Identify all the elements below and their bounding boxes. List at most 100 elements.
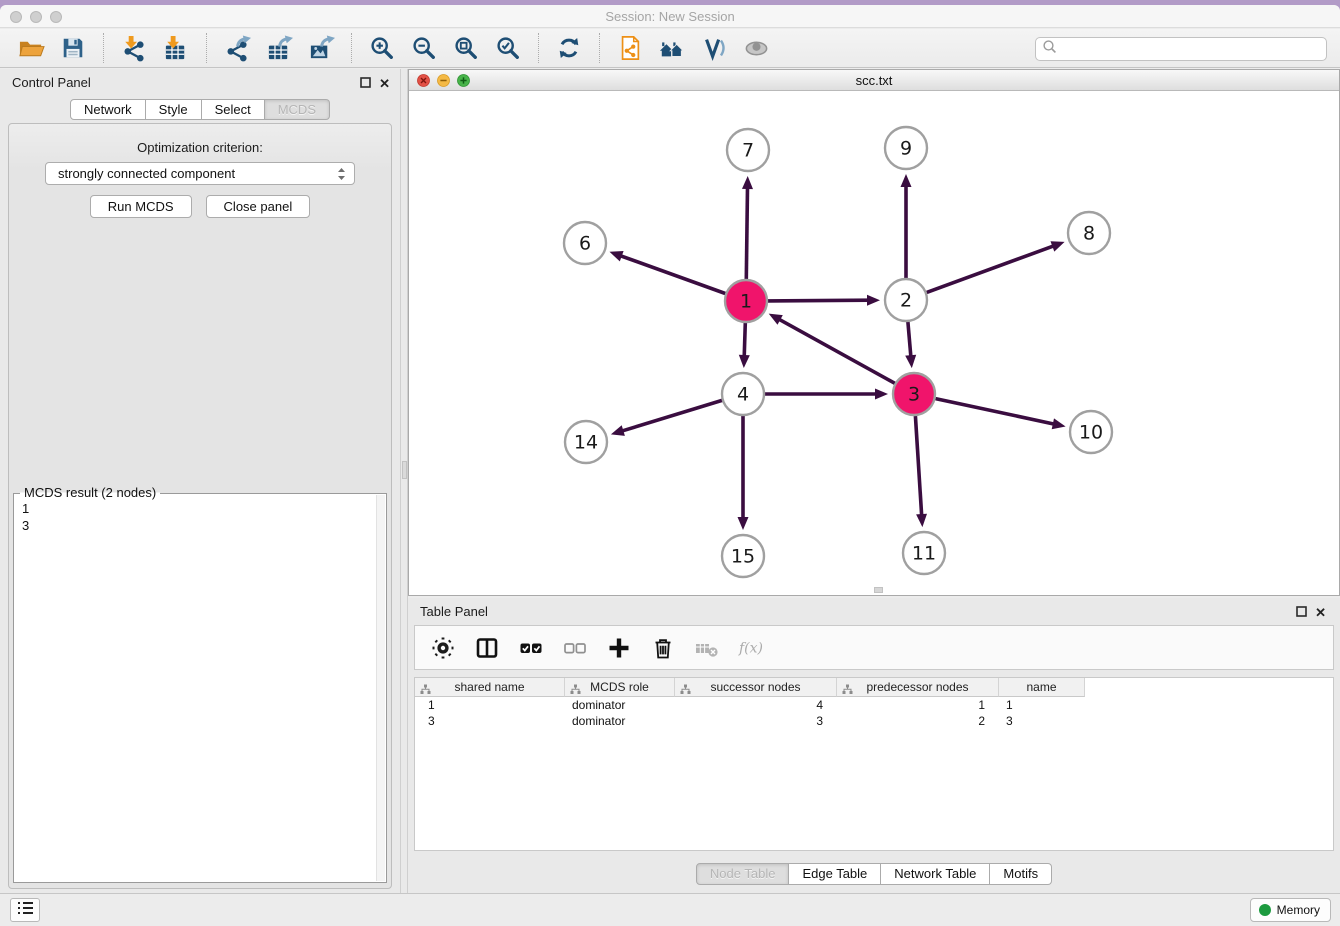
tab-mcds[interactable]: MCDS (265, 99, 330, 120)
cell: 4 (675, 697, 837, 713)
chevron-updown-icon (337, 166, 346, 188)
criterion-select[interactable]: strongly connected component (45, 162, 355, 185)
toolbar-separator (206, 33, 207, 63)
node-1[interactable]: 1 (725, 280, 767, 322)
node-3[interactable]: 3 (893, 373, 935, 415)
add-row-icon[interactable] (605, 635, 633, 661)
table-row[interactable]: 3dominator323 (415, 713, 1333, 729)
save-session-icon[interactable] (57, 32, 89, 64)
cell: 2 (837, 713, 999, 729)
toolbar-separator (538, 33, 539, 63)
column-header-MCDS-role[interactable]: MCDS role (565, 678, 675, 697)
edge-1-6[interactable] (610, 251, 726, 294)
cell: dominator (565, 713, 675, 729)
hierarchy-icon (570, 682, 581, 700)
edge-1-4[interactable] (739, 323, 750, 368)
close-panel-icon[interactable]: ✕ (379, 78, 390, 90)
node-11[interactable]: 11 (903, 532, 945, 574)
column-header-name[interactable]: name (999, 678, 1085, 697)
edge-3-1[interactable] (769, 314, 895, 384)
node-10[interactable]: 10 (1070, 411, 1112, 453)
tab-motifs[interactable]: Motifs (990, 863, 1052, 885)
control-panel-tabs: NetworkStyleSelectMCDS (0, 99, 400, 120)
close-panel-icon[interactable]: ✕ (1315, 607, 1326, 619)
deselect-all-icon[interactable] (561, 635, 589, 661)
node-7[interactable]: 7 (727, 129, 769, 171)
network-window-titlebar[interactable]: scc.txt (409, 70, 1339, 91)
mcds-tab-content: Optimization criterion: strongly connect… (8, 123, 392, 889)
edge-1-2[interactable] (768, 295, 880, 306)
float-panel-icon[interactable] (360, 75, 371, 93)
split-divider[interactable] (400, 69, 408, 893)
export-table-icon[interactable] (263, 32, 295, 64)
result-scrollbar[interactable] (376, 495, 385, 881)
svg-text:14: 14 (574, 432, 598, 454)
memory-status-icon (1259, 904, 1271, 916)
import-table-icon[interactable] (160, 32, 192, 64)
node-4[interactable]: 4 (722, 373, 764, 415)
tab-select[interactable]: Select (202, 99, 265, 120)
select-all-icon[interactable] (517, 635, 545, 661)
zoom-selected-icon[interactable] (492, 32, 524, 64)
table-panel: Table Panel ✕ f(x) shared nameMCDS roles… (408, 598, 1340, 893)
columns-icon[interactable] (473, 635, 501, 661)
tab-edge-table[interactable]: Edge Table (789, 863, 881, 885)
node-8[interactable]: 8 (1068, 212, 1110, 254)
network-canvas[interactable]: 1 2 3 4 6 7 8 9 10 11 14 15 (409, 92, 1339, 595)
tab-network-table[interactable]: Network Table (881, 863, 990, 885)
node-14[interactable]: 14 (565, 421, 607, 463)
svg-text:8: 8 (1083, 223, 1095, 245)
import-network-icon[interactable] (118, 32, 150, 64)
network-window-title: scc.txt (409, 73, 1339, 88)
table-row[interactable]: 1dominator411 (415, 697, 1333, 713)
float-panel-icon[interactable] (1296, 604, 1307, 622)
edge-3-11[interactable] (915, 416, 927, 527)
column-header-successor-nodes[interactable]: successor nodes (675, 678, 837, 697)
open-session-icon[interactable] (15, 32, 47, 64)
edge-2-9[interactable] (901, 174, 912, 278)
node-15[interactable]: 15 (722, 535, 764, 577)
export-image-icon[interactable] (305, 32, 337, 64)
close-panel-button[interactable]: Close panel (206, 195, 311, 218)
hierarchy-icon (680, 682, 691, 700)
run-mcds-button[interactable]: Run MCDS (90, 195, 192, 218)
column-header-predecessor-nodes[interactable]: predecessor nodes (837, 678, 999, 697)
search-input[interactable] (1058, 39, 1326, 59)
style-icon[interactable] (698, 32, 730, 64)
delete-row-icon[interactable] (649, 635, 677, 661)
result-line: 1 (22, 500, 29, 517)
edge-2-3[interactable] (905, 322, 916, 368)
node-6[interactable]: 6 (564, 222, 606, 264)
edge-3-10[interactable] (936, 399, 1066, 430)
edge-2-8[interactable] (927, 241, 1065, 292)
gear-icon[interactable] (429, 635, 457, 661)
edge-1-7[interactable] (742, 176, 753, 279)
tab-node-table[interactable]: Node Table (696, 863, 790, 885)
node-9[interactable]: 9 (885, 127, 927, 169)
hierarchy-icon (842, 682, 853, 700)
edge-4-14[interactable] (611, 400, 722, 436)
task-history-button[interactable] (10, 898, 40, 922)
svg-text:11: 11 (912, 543, 936, 565)
refresh-layout-icon[interactable] (553, 32, 585, 64)
zoom-fit-icon[interactable] (450, 32, 482, 64)
zoom-in-icon[interactable] (366, 32, 398, 64)
node-2[interactable]: 2 (885, 279, 927, 321)
eye-icon (740, 32, 772, 64)
search-field[interactable] (1035, 37, 1327, 61)
memory-label: Memory (1277, 903, 1320, 917)
edge-4-15[interactable] (738, 416, 749, 530)
cell: dominator (565, 697, 675, 713)
home-icon[interactable] (656, 32, 688, 64)
column-header-shared-name[interactable]: shared name (415, 678, 565, 697)
memory-button[interactable]: Memory (1250, 898, 1331, 922)
tab-style[interactable]: Style (146, 99, 202, 120)
canvas-resize-grip[interactable] (874, 587, 883, 593)
edge-4-3[interactable] (765, 389, 888, 400)
new-network-from-selection-icon[interactable] (614, 32, 646, 64)
tab-network[interactable]: Network (70, 99, 146, 120)
zoom-out-icon[interactable] (408, 32, 440, 64)
svg-text:f(x): f(x) (738, 640, 763, 656)
divider-grip[interactable] (402, 461, 407, 479)
export-network-icon[interactable] (221, 32, 253, 64)
